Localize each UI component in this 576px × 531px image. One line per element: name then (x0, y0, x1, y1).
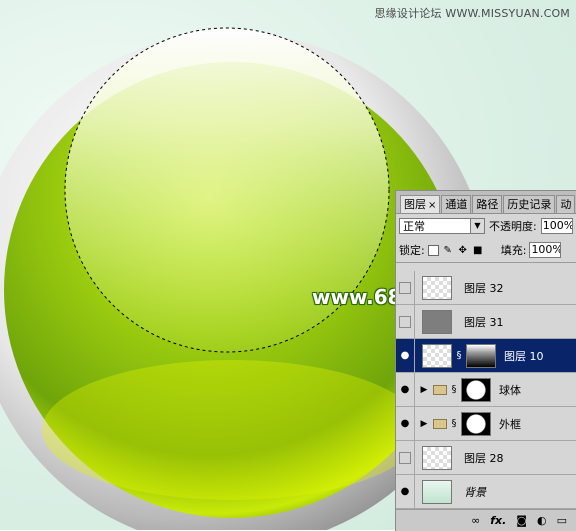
layer-thumbnail (422, 343, 452, 368)
blend-mode-select[interactable]: 正常 ▼ (399, 218, 485, 234)
chevron-down-icon: ▼ (470, 219, 484, 233)
visibility-toggle[interactable]: ● (396, 339, 415, 372)
layer-row[interactable]: ● § 图层 10 (396, 339, 576, 373)
adjustment-icon[interactable]: ◐ (537, 514, 547, 527)
layer-row[interactable]: 图层 31 (396, 305, 576, 339)
eye-slot-icon (399, 315, 411, 328)
layer-name: 球体 (499, 383, 521, 397)
lock-icon[interactable]: ■ (472, 244, 484, 256)
layers-panel: 图层 × 通道 路径 历史记录 动 正常 ▼ 不透明度: 100% 锁定: ✎ ✥… (395, 190, 576, 531)
link-chain-icon[interactable]: § (449, 384, 459, 395)
layer-name: 外框 (499, 417, 521, 431)
layers-list: 图层 32 图层 31 ● § 图层 10 ● ▶ § 球体 ● ▶ § 外框 … (396, 271, 576, 509)
lock-label: 锁定: (399, 244, 425, 257)
folder-icon (433, 384, 447, 395)
link-icon[interactable]: ∞ (471, 514, 480, 527)
tab-layers-label: 图层 (404, 198, 426, 211)
brush-icon[interactable]: ✎ (442, 244, 454, 256)
fx-icon[interactable]: fx. (490, 514, 506, 527)
folder-icon (433, 418, 447, 429)
layer-row[interactable]: ● 背景 (396, 475, 576, 509)
visibility-toggle[interactable] (396, 271, 415, 304)
visibility-toggle[interactable]: ● (396, 373, 415, 406)
eye-icon: ● (400, 350, 410, 361)
visibility-toggle[interactable]: ● (396, 475, 415, 508)
mask-icon[interactable]: ◙ (516, 514, 527, 527)
layer-thumbnail (422, 275, 452, 300)
eye-icon: ● (400, 418, 410, 429)
move-icon[interactable]: ✥ (457, 244, 469, 256)
lock-fill-row: 锁定: ✎ ✥ ■ 填充: 100% (396, 238, 576, 263)
blend-opacity-row: 正常 ▼ 不透明度: 100% (396, 214, 576, 238)
tab-channels[interactable]: 通道 (441, 195, 472, 213)
eye-icon: ● (400, 384, 410, 395)
layer-mask-thumbnail[interactable] (461, 411, 491, 436)
layer-name: 图层 32 (464, 281, 504, 295)
folder-icon[interactable]: ▭ (557, 514, 567, 527)
layer-mask-thumbnail[interactable] (466, 343, 496, 368)
opacity-label: 不透明度: (489, 220, 537, 233)
expand-triangle-icon[interactable]: ▶ (418, 419, 430, 429)
visibility-toggle[interactable] (396, 441, 415, 474)
tab-history[interactable]: 历史记录 (503, 195, 556, 213)
expand-triangle-icon[interactable]: ▶ (418, 385, 430, 395)
tab-actions[interactable]: 动 (556, 195, 576, 213)
layer-thumbnail (422, 445, 452, 470)
panel-tabs: 图层 × 通道 路径 历史记录 动 (396, 191, 576, 214)
layer-thumbnail (422, 309, 452, 334)
fill-input[interactable]: 100% (529, 242, 562, 258)
layer-name: 背景 (464, 485, 486, 499)
link-chain-icon[interactable]: § (454, 350, 464, 361)
layer-name: 图层 10 (504, 349, 544, 363)
layer-mask-thumbnail[interactable] (461, 377, 491, 402)
layer-thumbnail (422, 479, 452, 504)
eye-slot-icon (399, 451, 411, 464)
close-icon[interactable]: × (428, 200, 436, 211)
layer-row[interactable]: 图层 32 (396, 271, 576, 305)
tab-layers[interactable]: 图层 × (400, 195, 441, 213)
watermark-top: 思缘设计论坛 WWW.MISSYUAN.COM (374, 7, 570, 20)
link-chain-icon[interactable]: § (449, 418, 459, 429)
layer-row[interactable]: ● ▶ § 球体 (396, 373, 576, 407)
eye-slot-icon (399, 281, 411, 294)
visibility-toggle[interactable] (396, 305, 415, 338)
blend-mode-value: 正常 (403, 220, 425, 233)
layer-row[interactable]: 图层 28 (396, 441, 576, 475)
layer-name: 图层 28 (464, 451, 504, 465)
tab-paths[interactable]: 路径 (472, 195, 503, 213)
panel-bottom-bar: ∞ fx. ◙ ◐ ▭ (396, 509, 576, 531)
eye-icon: ● (400, 486, 410, 497)
lock-transparent-icon[interactable] (427, 244, 439, 256)
fill-label: 填充: (500, 244, 527, 257)
layer-name: 图层 31 (464, 315, 504, 329)
opacity-input[interactable]: 100% (540, 218, 573, 234)
visibility-toggle[interactable]: ● (396, 407, 415, 440)
bottom-glow (42, 360, 422, 500)
layer-row[interactable]: ● ▶ § 外框 (396, 407, 576, 441)
